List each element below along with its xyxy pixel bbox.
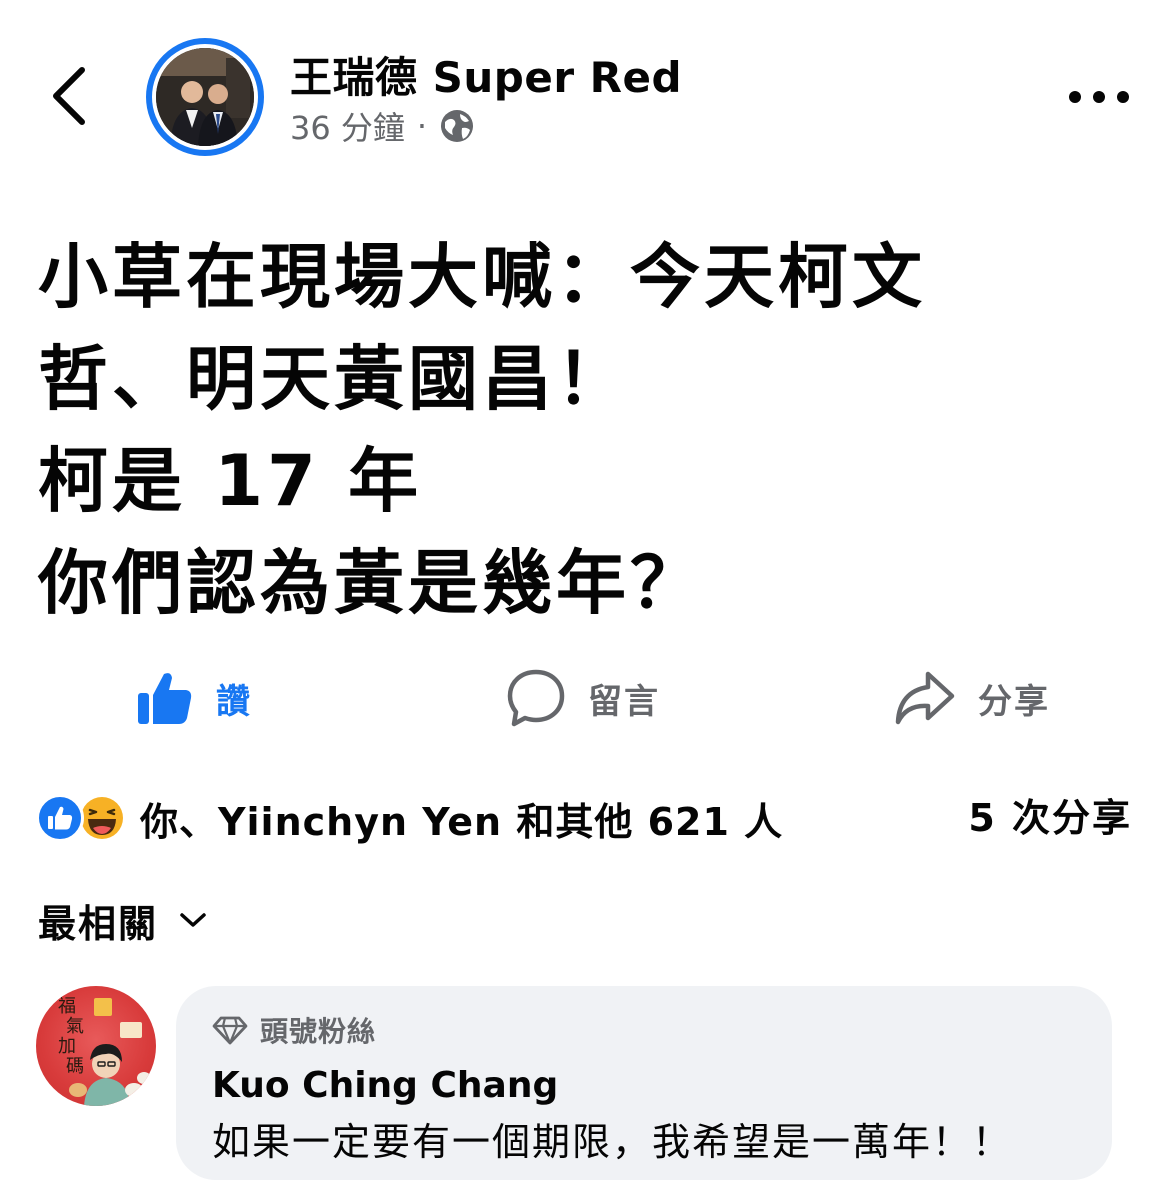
share-count[interactable]: 5 次分享 [968, 790, 1132, 846]
reactors-text: 你、Yiinchyn Yen 和其他 621 人 [140, 799, 784, 844]
avatar-char: 碼 [66, 1056, 84, 1077]
post-text: 小草在現場大喊：今天柯文 哲、明天黃國昌！ 柯是 17 年 你們認為黃是幾年？ [38, 226, 1128, 634]
post-line: 柯是 17 年 [38, 440, 423, 522]
author-photo [156, 48, 254, 146]
more-options-button[interactable] [1066, 82, 1132, 112]
globe-icon [441, 110, 474, 142]
reactions-summary[interactable]: 你、Yiinchyn Yen 和其他 621 人 [36, 790, 783, 846]
post-page: 王瑞德 Super Red 36 分鐘 · 小草在現場大喊：今天柯文 哲、明天黃… [0, 0, 1170, 1188]
sort-label: 最相關 [38, 901, 159, 946]
post-time[interactable]: 36 分鐘 [290, 103, 405, 149]
comment-button[interactable]: 留言 [506, 662, 660, 734]
like-button[interactable]: 讚 [134, 662, 252, 734]
post-line: 哲、明天黃國昌！ [38, 338, 630, 420]
commenter-name[interactable]: Kuo Ching Chang [212, 1064, 1076, 1108]
post-line: 你們認為黃是幾年？ [38, 542, 704, 624]
thumbs-up-icon [138, 673, 192, 724]
badge-label: 頭號粉絲 [260, 1015, 377, 1048]
avatar-char: 福 [58, 996, 76, 1017]
avatar-char: 氣 [66, 1016, 84, 1037]
author-avatar[interactable] [146, 38, 264, 156]
author-name[interactable]: 王瑞德 Super Red [290, 44, 682, 105]
like-reaction-icon [36, 794, 84, 842]
more-horizontal-icon [1069, 91, 1129, 103]
chevron-left-icon [53, 67, 85, 125]
meta-separator: · [416, 107, 428, 145]
share-button[interactable]: 分享 [894, 662, 1050, 734]
post-line: 小草在現場大喊：今天柯文 [38, 236, 926, 318]
share-arrow-icon [895, 671, 955, 725]
chevron-down-icon [180, 913, 206, 927]
back-button[interactable] [44, 64, 96, 128]
post-meta: 36 分鐘 · [290, 104, 475, 148]
comment-bubble-icon [507, 669, 565, 727]
comment-label: 留言 [588, 681, 660, 722]
avatar-char: 加 [58, 1036, 76, 1057]
share-label: 分享 [978, 681, 1050, 722]
comment-text: 如果一定要有一個期限，我希望是一萬年！！ [212, 1120, 1013, 1164]
diamond-icon [212, 1016, 248, 1045]
commenter-avatar[interactable]: 福 氣 加 碼 [36, 986, 156, 1106]
comment-sort-dropdown[interactable]: 最相關 [38, 892, 208, 948]
comment-bubble: 頭號粉絲 Kuo Ching Chang 如果一定要有一個期限，我希望是一萬年！… [176, 986, 1112, 1180]
top-fan-badge[interactable]: 頭號粉絲 [212, 1010, 1076, 1050]
like-label: 讚 [216, 681, 252, 722]
